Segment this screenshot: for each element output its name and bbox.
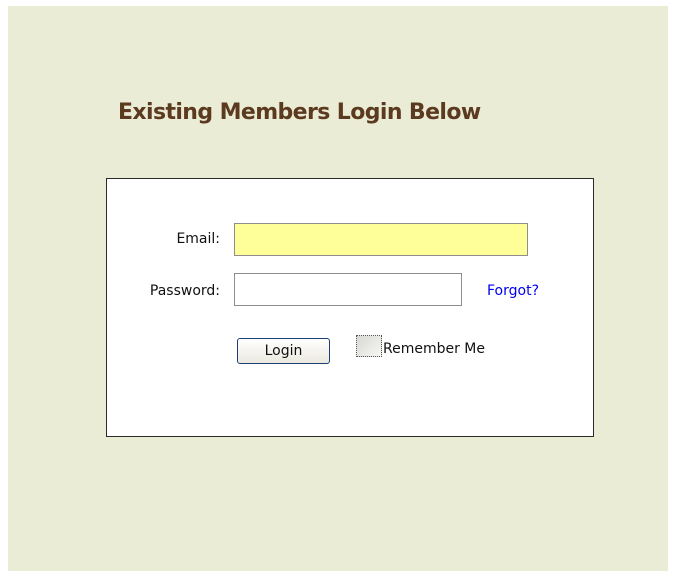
login-form: Email: Password: Forgot? Login Remember … — [106, 178, 594, 437]
password-label: Password: — [149, 283, 220, 299]
email-label: Email: — [176, 231, 220, 247]
email-field[interactable] — [234, 223, 528, 256]
password-field[interactable] — [234, 273, 462, 306]
page-background: Existing Members Login Below Email: Pass… — [8, 6, 668, 571]
login-button[interactable]: Login — [237, 338, 330, 364]
forgot-password-link[interactable]: Forgot? — [487, 283, 539, 299]
page-title: Existing Members Login Below — [118, 100, 481, 125]
remember-me-checkbox[interactable] — [356, 335, 382, 357]
remember-me-label[interactable]: Remember Me — [383, 341, 485, 357]
remember-me[interactable]: Remember Me — [356, 331, 485, 357]
